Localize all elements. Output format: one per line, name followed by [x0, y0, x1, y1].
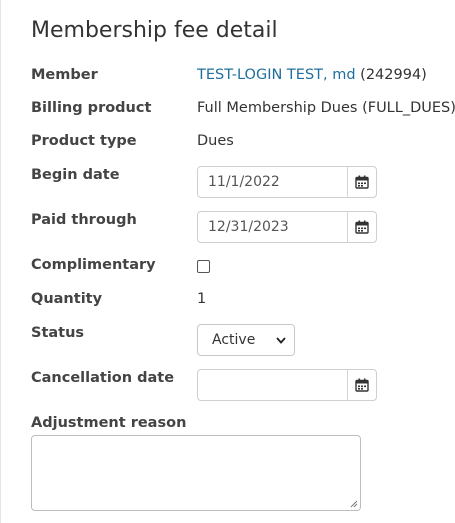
cancellation-date-field — [197, 369, 377, 401]
billing-product-label: Billing product — [31, 100, 152, 116]
paid-through-field — [197, 211, 377, 243]
paid-through-calendar-button[interactable] — [347, 212, 376, 242]
membership-fee-detail-panel: Membership fee detail Member TEST-LOGIN … — [0, 0, 455, 523]
cancellation-date-label: Cancellation date — [31, 370, 175, 386]
paid-through-input[interactable] — [198, 212, 347, 242]
member-name-link[interactable]: TEST-LOGIN TEST, md — [197, 67, 356, 83]
resize-grip-icon[interactable] — [350, 500, 358, 508]
begin-date-field — [197, 166, 377, 198]
calendar-icon — [355, 220, 369, 234]
cancellation-date-calendar-button[interactable] — [347, 370, 376, 400]
chevron-down-icon — [276, 336, 286, 344]
begin-date-label: Begin date — [31, 167, 120, 183]
adjustment-reason-textarea[interactable] — [31, 435, 361, 511]
billing-product-value: Full Membership Dues (FULL_DUES) — [197, 100, 455, 116]
member-value: TEST-LOGIN TEST, md (242994) — [197, 67, 427, 83]
calendar-icon — [355, 378, 369, 392]
member-label: Member — [31, 67, 98, 83]
status-selected-value: Active — [212, 332, 256, 348]
cancellation-date-input[interactable] — [198, 370, 347, 400]
quantity-value: 1 — [197, 291, 207, 307]
product-type-value: Dues — [197, 133, 234, 149]
complimentary-label: Complimentary — [31, 257, 156, 273]
status-select[interactable]: Active — [197, 324, 295, 356]
begin-date-input[interactable] — [198, 167, 347, 197]
product-type-label: Product type — [31, 133, 137, 149]
member-id: (242994) — [360, 67, 427, 83]
adjustment-reason-label: Adjustment reason — [31, 415, 187, 431]
calendar-icon — [355, 175, 369, 189]
page-title: Membership fee detail — [31, 18, 278, 43]
complimentary-checkbox[interactable] — [197, 260, 210, 273]
paid-through-label: Paid through — [31, 212, 137, 228]
quantity-label: Quantity — [31, 291, 103, 307]
status-label: Status — [31, 325, 85, 341]
begin-date-calendar-button[interactable] — [347, 167, 376, 197]
